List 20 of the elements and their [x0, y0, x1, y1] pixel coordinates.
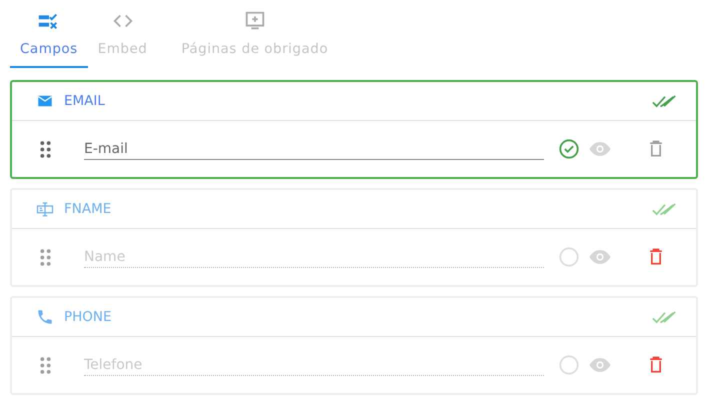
drag-handle-icon[interactable]: [40, 356, 51, 374]
tab[interactable]: Embed: [88, 0, 158, 68]
double-check-icon: [652, 202, 678, 216]
field-name: FNAME: [64, 201, 112, 217]
double-check-icon: [652, 310, 678, 324]
text-field-icon: [36, 200, 54, 218]
tab[interactable]: Campos: [10, 0, 88, 68]
double-check-icon: [652, 94, 678, 108]
drag-handle-icon[interactable]: [40, 248, 51, 266]
circle-icon[interactable]: [558, 354, 580, 376]
field-name: EMAIL: [64, 93, 106, 109]
field-card[interactable]: EMAIL E-mail: [10, 80, 698, 179]
monitor-plus-icon: [244, 10, 266, 32]
tab[interactable]: Páginas de obrigado: [171, 0, 338, 68]
field-name: PHONE: [64, 309, 113, 325]
check-circle-icon[interactable]: [558, 138, 580, 160]
circle-icon[interactable]: [558, 246, 580, 268]
label-input[interactable]: E-mail: [84, 138, 544, 160]
phone-icon: [36, 308, 54, 326]
drag-handle-icon[interactable]: [40, 140, 51, 158]
